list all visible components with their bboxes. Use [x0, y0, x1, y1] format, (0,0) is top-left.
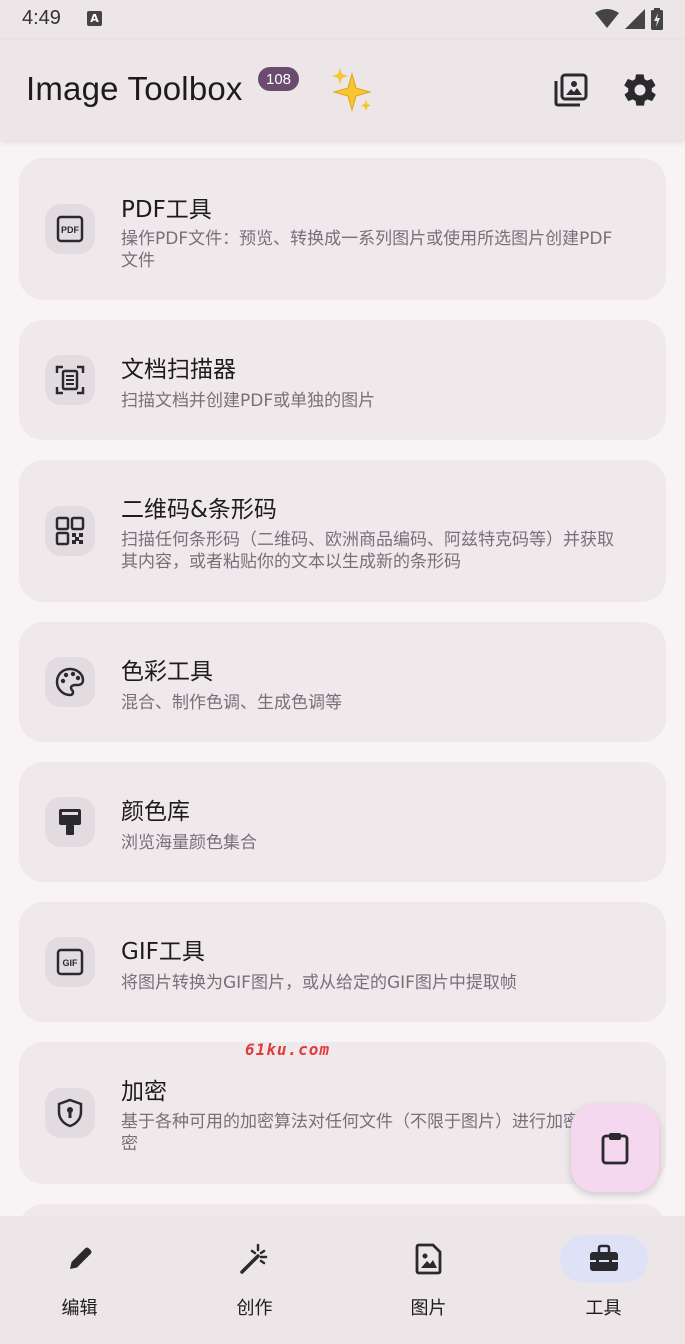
tool-card-qr-code[interactable]: 二维码&条形码 扫描任何条形码（二维码、欧洲商品编码、阿兹特克码等）并获取其内容…	[19, 460, 666, 602]
nav-item-create[interactable]: 创作	[169, 1216, 340, 1344]
gif-icon: GIF	[45, 937, 95, 987]
tool-description: 操作PDF文件：预览、转换成一系列图片或使用所选图片创建PDF文件	[121, 229, 613, 271]
nav-pill-active	[559, 1235, 648, 1283]
tool-card-color-tools[interactable]: 色彩工具 混合、制作色调、生成色调等	[19, 622, 666, 742]
app-title: Image Toolbox	[26, 70, 243, 107]
tool-title: 色彩工具	[121, 659, 213, 685]
tool-title: 颜色库	[121, 799, 190, 825]
sparkles-icon[interactable]	[330, 66, 374, 118]
image-icon	[415, 1243, 441, 1275]
status-icons	[595, 8, 663, 30]
tool-card-document-scanner[interactable]: 文档扫描器 扫描文档并创建PDF或单独的图片	[19, 320, 666, 440]
status-time: 4:49	[22, 7, 61, 29]
tool-description: 将图片转换为GIF图片，或从给定的GIF图片中提取帧	[121, 973, 517, 993]
document-scanner-icon	[45, 355, 95, 405]
nav-item-tools[interactable]: 工具	[518, 1216, 685, 1344]
status-bar: 4:49 A	[0, 0, 685, 40]
top-app-bar: Image Toolbox 108	[0, 40, 685, 140]
nav-label: 图片	[410, 1298, 447, 1319]
tool-title: 文档扫描器	[121, 357, 236, 383]
nav-label: 工具	[585, 1298, 622, 1319]
svg-text:PDF: PDF	[61, 225, 80, 235]
tool-title: 二维码&条形码	[121, 497, 277, 523]
nav-label: 创作	[236, 1298, 273, 1319]
nav-pill	[36, 1235, 124, 1283]
gear-icon	[624, 74, 656, 106]
paste-clipboard-fab[interactable]	[571, 1104, 659, 1192]
tool-description: 基于各种可用的加密算法对任何文件（不限于图片）进行加密和解密	[121, 1112, 614, 1154]
toolbox-icon	[589, 1244, 618, 1271]
nav-item-images[interactable]: 图片	[343, 1216, 514, 1344]
nav-pill	[211, 1235, 299, 1283]
tool-description: 扫描任何条形码（二维码、欧洲商品编码、阿兹特克码等）并获取其内容，或者粘贴你的文…	[121, 530, 614, 572]
paint-bucket-icon	[45, 797, 95, 847]
gallery-icon	[554, 73, 588, 107]
bottom-navigation: 编辑 创作 图片 工具	[0, 1216, 685, 1344]
tool-title: GIF工具	[121, 939, 205, 965]
tool-card-pdf[interactable]: PDF PDF工具 操作PDF文件：预览、转换成一系列图片或使用所选图片创建PD…	[19, 158, 666, 300]
tool-card-color-library[interactable]: 颜色库 浏览海量颜色集合	[19, 762, 666, 882]
tool-description: 扫描文档并创建PDF或单独的图片	[121, 391, 376, 411]
svg-text:GIF: GIF	[63, 958, 79, 968]
nav-pill	[385, 1235, 473, 1283]
clipboard-icon	[601, 1133, 629, 1165]
version-badge: 108	[258, 67, 300, 91]
wifi-icon	[595, 9, 619, 28]
nav-item-edit[interactable]: 编辑	[0, 1216, 165, 1344]
tool-title: PDF工具	[121, 197, 212, 223]
palette-icon	[45, 657, 95, 707]
watermark: 61ku.com	[245, 1040, 331, 1059]
signal-icon	[625, 9, 645, 29]
tool-card-gif[interactable]: GIF GIF工具 将图片转换为GIF图片，或从给定的GIF图片中提取帧	[19, 902, 666, 1022]
tools-list: PDF PDF工具 操作PDF文件：预览、转换成一系列图片或使用所选图片创建PD…	[19, 158, 666, 1284]
pdf-icon: PDF	[45, 204, 95, 254]
battery-icon	[651, 8, 663, 30]
magic-wand-icon	[239, 1243, 267, 1274]
settings-button[interactable]	[618, 68, 662, 112]
tool-card-encryption[interactable]: 加密 基于各种可用的加密算法对任何文件（不限于图片）进行加密和解密	[19, 1042, 666, 1184]
nav-label: 编辑	[61, 1298, 98, 1319]
pencil-icon	[69, 1247, 91, 1269]
tool-title: 加密	[121, 1079, 167, 1105]
gallery-button[interactable]	[549, 68, 593, 112]
qr-code-icon	[45, 506, 95, 556]
tool-description: 混合、制作色调、生成色调等	[121, 693, 342, 713]
notification-a-icon: A	[87, 11, 102, 26]
shield-lock-icon	[45, 1088, 95, 1138]
tool-description: 浏览海量颜色集合	[121, 833, 257, 853]
